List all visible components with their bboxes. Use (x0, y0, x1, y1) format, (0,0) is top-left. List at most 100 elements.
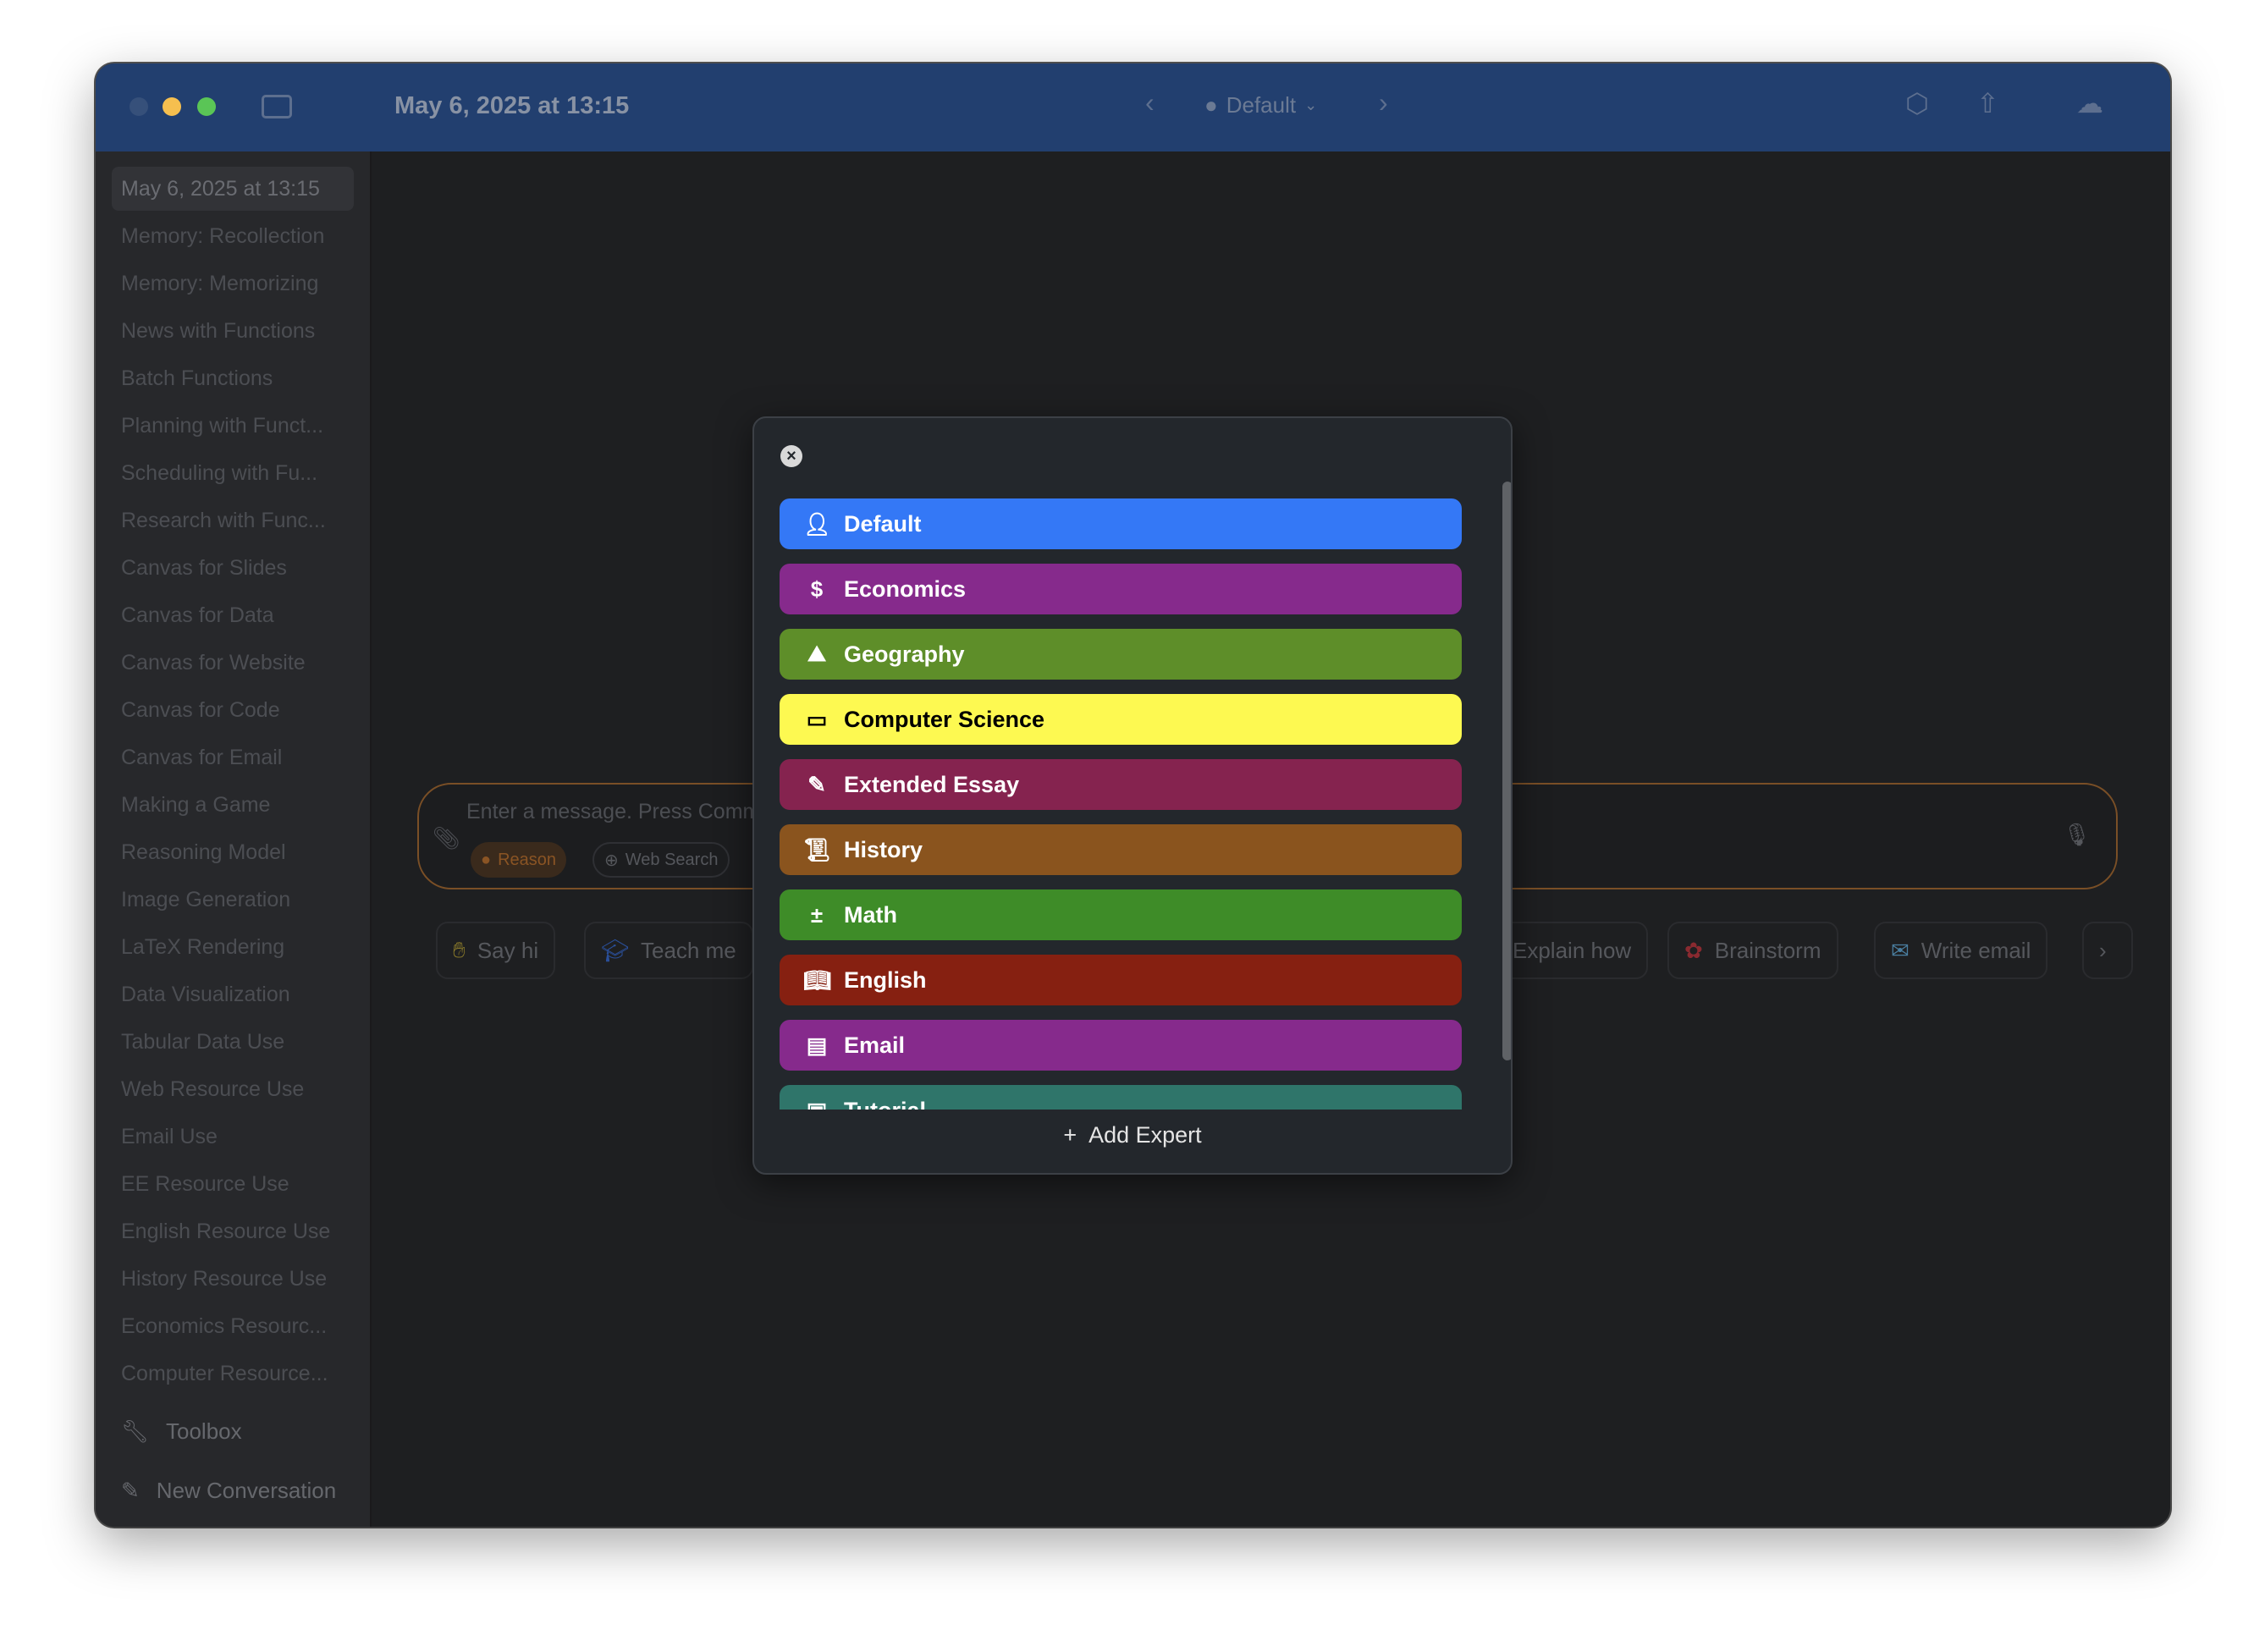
sidebar-conversation-item[interactable]: Tabular Data Use (121, 1030, 284, 1055)
suggestion-write-email[interactable]: ✉ Write email (1874, 922, 2048, 979)
suggestion-say-hi[interactable]: ✋︎ Say hi (436, 922, 556, 979)
suggestion-explain-how[interactable]: Explain how (1496, 922, 1649, 979)
minimize-window-button[interactable] (163, 97, 181, 116)
expert-selector[interactable]: ● Default ⌄ (1204, 92, 1317, 118)
sidebar-conversation-item[interactable]: News with Functions (121, 319, 315, 344)
expert-row-default[interactable]: 👤︎ Default (780, 498, 1462, 549)
sidebar-conversation-item[interactable]: Email Use (121, 1125, 218, 1149)
envelope-icon: ✉ (1891, 937, 1910, 963)
person-icon: 👤︎ (803, 510, 832, 537)
close-icon[interactable]: × (780, 445, 802, 467)
person-icon: ● (1204, 92, 1218, 118)
sidebar-conversation-item[interactable]: LaTeX Rendering (121, 935, 284, 960)
memory-chip-icon: ▭ (806, 706, 828, 732)
mountains-icon: ⛰︎ (807, 641, 826, 666)
expert-row-email[interactable]: ▤ Email (780, 1020, 1462, 1071)
sidebar-conversation-item[interactable]: Computer Resource... (121, 1362, 328, 1386)
expert-picker-modal: × 👤︎ Default $ Economics ⛰︎ Geography ▭ Compute… (752, 416, 1513, 1175)
expert-label: Geography (844, 641, 965, 667)
sidebar-conversation-item[interactable]: Memory: Recollection (121, 224, 324, 249)
sidebar-conversation-item[interactable]: Memory: Memorizing (121, 272, 318, 296)
sidebar-conversation-item[interactable]: Canvas for Data (121, 603, 274, 628)
sidebar-conversation-item[interactable]: Planning with Funct... (121, 414, 323, 438)
suggestion-label: Teach me (641, 937, 736, 963)
conversation-title: May 6, 2025 at 13:15 (394, 92, 630, 119)
reason-toggle[interactable]: ● Reason (471, 842, 567, 878)
sidebar-conversation-item[interactable]: Canvas for Email (121, 746, 282, 770)
add-expert-button[interactable]: + Add Expert (754, 1122, 1511, 1148)
sidebar-conversation-item[interactable]: Data Visualization (121, 983, 290, 1007)
cube-icon[interactable]: ⬡ (1905, 87, 1929, 119)
book-icon: 📖︎ (803, 966, 832, 993)
sidebar-conversation-item[interactable]: Economics Resourc... (121, 1314, 327, 1339)
scroll-icon: 📜︎ (803, 836, 832, 862)
web-search-toggle[interactable]: ⊕ Web Search (592, 842, 730, 878)
expert-list: 👤︎ Default $ Economics ⛰︎ Geography ▭ Computer … (754, 498, 1491, 1110)
chevron-down-icon: ⌄ (1304, 96, 1318, 113)
paperclip-icon[interactable]: 📎︎ (433, 825, 460, 851)
microphone-icon[interactable]: 🎙︎ (2063, 822, 2091, 848)
sidebar-conversation-item[interactable]: Research with Func... (121, 509, 326, 533)
sidebar-conversation-item[interactable]: EE Resource Use (121, 1172, 289, 1197)
sidebar-conversation-item[interactable]: History Resource Use (121, 1267, 327, 1291)
close-window-button[interactable] (130, 97, 148, 116)
toolbox-label: Toolbox (166, 1418, 242, 1444)
reason-label: Reason (498, 850, 557, 869)
suggestions-more[interactable]: › (2082, 922, 2133, 979)
graduation-cap-icon: 🎓︎ (601, 937, 630, 963)
expert-label: Email (844, 1032, 906, 1058)
toolbox-button[interactable]: 🔧︎ Toolbox (121, 1418, 242, 1445)
dollar-icon: $ (810, 575, 824, 602)
expert-row-extended-essay[interactable]: ✎ Extended Essay (780, 759, 1462, 810)
sidebar-conversation-item[interactable]: Canvas for Website (121, 651, 306, 675)
scrollbar[interactable] (1502, 482, 1511, 1060)
suggestion-teach-me[interactable]: 🎓︎ Teach me (584, 922, 753, 979)
expert-row-math[interactable]: ± Math (780, 889, 1462, 940)
expert-label: History (844, 836, 923, 862)
expert-row-history[interactable]: 📜︎ History (780, 824, 1462, 875)
expert-label: Math (844, 901, 897, 928)
suggestion-label: Write email (1921, 937, 2031, 963)
forward-chevron-icon[interactable]: › (1379, 87, 1388, 118)
expert-row-geography[interactable]: ⛰︎ Geography (780, 629, 1462, 680)
sidebar-toggle-icon[interactable] (262, 95, 292, 118)
sidebar-conversation-item[interactable]: Making a Game (121, 793, 270, 818)
expert-row-computer-science[interactable]: ▭ Computer Science (780, 694, 1462, 745)
sidebar-conversation-item[interactable]: Web Resource Use (121, 1077, 304, 1102)
inbox-icon: ▤ (806, 1032, 828, 1058)
lightbulb-icon: ● (481, 850, 492, 869)
wrench-icon: 🔧︎ (121, 1418, 150, 1444)
sidebar-conversation-item[interactable]: English Resource Use (121, 1220, 330, 1244)
suggestion-label: Say hi (477, 937, 539, 963)
sidebar-conversation-item[interactable]: Reasoning Model (121, 840, 286, 865)
sidebar: May 6, 2025 at 13:15 Memory: Recollection… (96, 151, 372, 1527)
brain-icon[interactable]: ☁ (2076, 87, 2103, 119)
expert-row-economics[interactable]: $ Economics (780, 564, 1462, 614)
zoom-window-button[interactable] (197, 97, 216, 116)
compose-icon: ✎ (121, 1478, 140, 1503)
expert-label: Economics (844, 575, 967, 602)
sidebar-conversation-item[interactable]: May 6, 2025 at 13:15 (121, 177, 320, 201)
sidebar-conversation-item[interactable]: Scheduling with Fu... (121, 461, 317, 486)
expert-row-english[interactable]: 📖︎ English (780, 955, 1462, 1005)
expert-label: Computer Science (844, 706, 1045, 732)
pencil-line-icon: ✎ (807, 771, 826, 797)
expert-selector-label: Default (1226, 92, 1297, 118)
app-window: May 6, 2025 at 13:15 ‹ ● Default ⌄ › ⬡ ⇧… (96, 63, 2170, 1527)
share-icon[interactable]: ⇧ (1976, 87, 1999, 119)
expert-row-tutorial[interactable]: ▣ Tutorial (780, 1085, 1462, 1110)
suggestion-label: Brainstorm (1714, 937, 1821, 963)
back-chevron-icon[interactable]: ‹ (1145, 87, 1155, 118)
new-conversation-label: New Conversation (156, 1478, 337, 1503)
sidebar-conversation-item[interactable]: Canvas for Slides (121, 556, 287, 581)
expert-label: Default (844, 510, 922, 537)
suggestion-brainstorm[interactable]: ✿ Brainstorm (1667, 922, 1838, 979)
new-conversation-button[interactable]: ✎ New Conversation (121, 1478, 336, 1504)
add-expert-label: Add Expert (1088, 1122, 1202, 1148)
sidebar-conversation-item[interactable]: Canvas for Code (121, 698, 280, 723)
expert-label: Tutorial (844, 1098, 926, 1110)
sidebar-conversation-item[interactable]: Batch Functions (121, 366, 273, 391)
sidebar-conversation-item[interactable]: Image Generation (121, 888, 290, 912)
tutorial-icon: ▣ (803, 1098, 830, 1110)
waving-hand-icon: ✋︎ (453, 937, 466, 962)
